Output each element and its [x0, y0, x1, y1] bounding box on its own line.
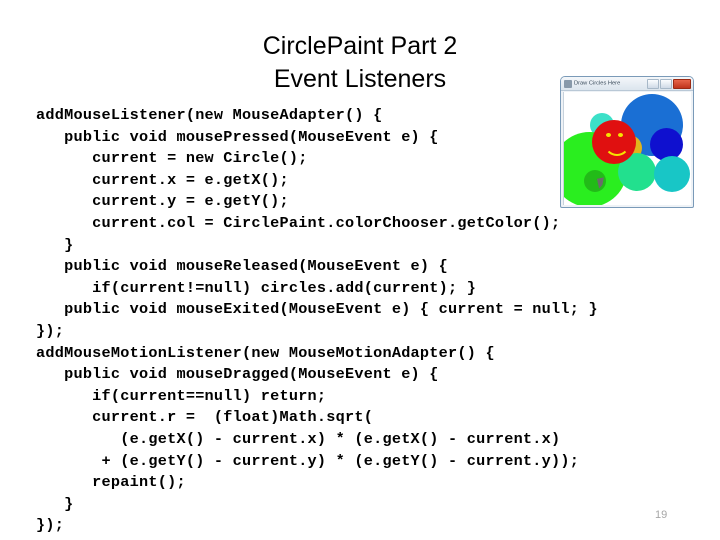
drawing-canvas[interactable]: [563, 92, 691, 205]
window-controls: [647, 79, 691, 89]
code-line: + (e.getY() - current.y) * (e.getY() - c…: [36, 451, 580, 470]
code-line: if(current==null) return;: [36, 386, 327, 405]
code-line: public void mouseExited(MouseEvent e) { …: [36, 300, 598, 319]
minimize-icon[interactable]: [647, 79, 660, 89]
code-line: public void mouseReleased(MouseEvent e) …: [36, 257, 449, 276]
code-line: addMouseMotionListener(new MouseMotionAd…: [36, 343, 495, 362]
code-line: repaint();: [36, 473, 186, 492]
circle-teal-right-bottom: [654, 156, 690, 192]
code-line: public void mouseDragged(MouseEvent e) {: [36, 365, 439, 384]
title-line-1: CirclePaint Part 2: [262, 32, 458, 60]
window-titlebar: Draw Circles Here: [561, 77, 693, 91]
maximize-icon[interactable]: [660, 79, 673, 89]
close-icon[interactable]: [673, 79, 691, 89]
window-title-text: Draw Circles Here: [574, 80, 621, 87]
program-screenshot: Draw Circles Here: [548, 72, 700, 217]
code-line: }: [36, 494, 74, 513]
code-line: (e.getX() - current.x) * (e.getX() - cur…: [36, 429, 561, 448]
code-line: }: [36, 235, 74, 254]
code-line: });: [36, 321, 65, 340]
app-window: Draw Circles Here: [560, 76, 694, 208]
slide-number: 19: [655, 509, 668, 521]
app-icon: [564, 80, 572, 88]
code-line: if(current!=null) circles.add(current); …: [36, 278, 477, 297]
code-line: });: [36, 516, 65, 535]
code-line: current.r = (float)Math.sqrt(: [36, 408, 374, 427]
slide-canvas: CirclePaint Part 2 Event Listeners addMo…: [0, 0, 720, 540]
